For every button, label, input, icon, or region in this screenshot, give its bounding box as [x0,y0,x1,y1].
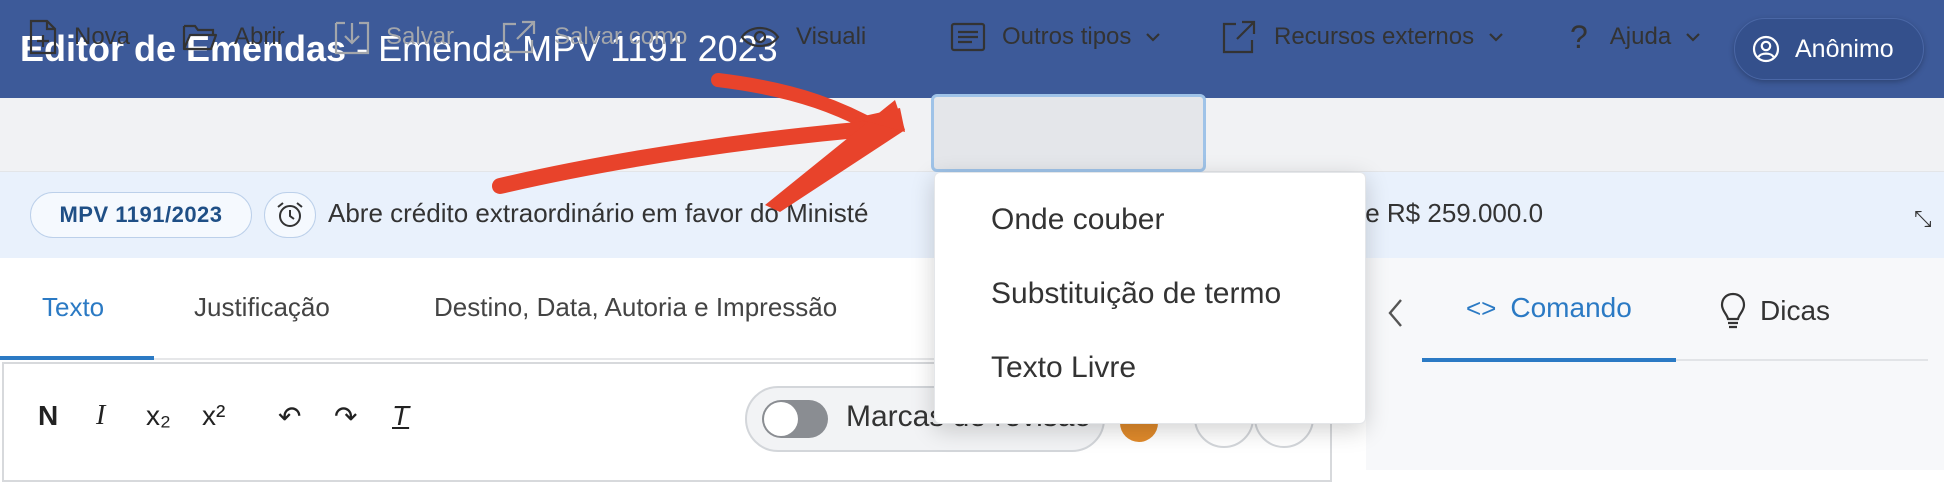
alarm-clock-button[interactable] [264,192,316,238]
external-link-icon [1222,20,1256,54]
undo-button[interactable]: ↶ [278,400,301,433]
eye-icon [740,26,780,48]
view-label: Visuali [796,23,867,50]
chevron-down-icon [1146,33,1161,42]
other-types-label: Outros tipos [1002,23,1132,50]
right-tabs-divider [1676,359,1928,361]
tab-destino[interactable]: Destino, Data, Autoria e Impressão [434,292,837,323]
tab-comando[interactable]: <> Comando [1466,292,1632,324]
italic-button[interactable]: I [96,400,105,432]
list-icon [950,22,986,52]
tab-comando-label: Comando [1510,292,1632,323]
tab-dicas-label: Dicas [1760,295,1831,326]
mpv-badge[interactable]: MPV 1191/2023 [30,192,252,238]
open-label: Abrir [234,23,285,50]
tab-justificacao[interactable]: Justificação [194,292,330,323]
save-as-button[interactable]: Salvar como [500,0,687,74]
right-tab-indicator [1422,358,1676,362]
clear-format-icon: T [392,400,410,431]
right-panel [1366,258,1944,470]
chevron-down-icon [1686,33,1700,42]
open-button[interactable]: Abrir [182,0,285,74]
code-icon: <> [1466,292,1497,323]
lightbulb-icon [1720,292,1746,329]
active-menu-highlight [931,94,1206,172]
external-resources-label: Recursos externos [1274,23,1475,50]
alarm-clock-icon [277,202,303,227]
user-button[interactable]: Anônimo [1734,18,1924,80]
new-button[interactable]: Nova [28,0,130,74]
user-name: Anônimo [1795,34,1894,63]
view-button[interactable]: Visuali [740,0,880,74]
marcas-toggle[interactable] [762,400,828,438]
menu-item-substituicao-termo[interactable]: Substituição de termo [991,277,1281,311]
question-icon: ? [1570,18,1588,55]
active-tab-indicator [0,356,154,360]
clear-format-button[interactable]: T [392,400,409,432]
external-resources-button[interactable]: Recursos externos [1220,0,1504,74]
redo-icon: ↷ [334,401,358,432]
menu-item-onde-couber[interactable]: Onde couber [991,203,1164,237]
redo-button[interactable]: ↷ [334,400,357,433]
tab-dicas[interactable]: Dicas [1720,292,1830,330]
folder-open-icon [182,24,218,51]
menu-item-texto-livre[interactable]: Texto Livre [991,351,1136,385]
subscript-button[interactable]: x₂ [146,400,171,432]
superscript-button[interactable]: x² [202,400,225,432]
help-button[interactable]: ? Ajuda [1566,0,1701,74]
new-label: Nova [74,23,131,50]
chevron-down-icon [1489,33,1503,42]
other-types-dropdown: Onde couber Substituição de termo Texto … [934,172,1366,424]
other-types-button[interactable]: Outros tipos [950,0,1161,74]
toggle-knob [764,402,798,436]
save-label: Salvar [386,23,455,50]
collapse-icon[interactable]: ⤡ [1914,206,1932,232]
undo-icon: ↶ [278,401,302,432]
help-label: Ajuda [1609,23,1672,50]
new-file-icon [29,19,57,55]
chevron-left-icon[interactable] [1386,296,1406,330]
save-as-label: Salvar como [554,23,688,50]
save-button[interactable]: Salvar [334,0,454,74]
bold-button[interactable]: N [38,400,58,432]
ementa-text-left: Abre crédito extraordinário em favor do … [328,198,869,228]
save-download-icon [334,21,370,55]
external-save-icon [502,20,536,54]
tab-texto[interactable]: Texto [42,292,104,323]
user-circle-icon [1752,35,1780,63]
